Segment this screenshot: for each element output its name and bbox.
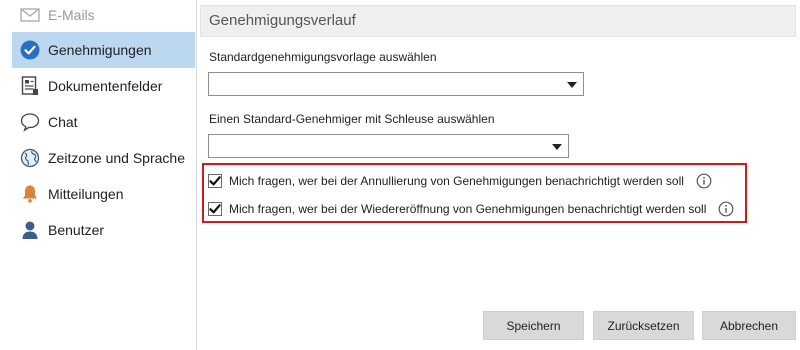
sidebar-item-notifications[interactable]: Mitteilungen bbox=[12, 176, 195, 212]
sidebar-item-document-fields[interactable]: Dokumentenfelder bbox=[12, 68, 195, 104]
chevron-down-icon[interactable] bbox=[552, 144, 562, 150]
panel-header: Genehmigungsverlauf bbox=[200, 5, 796, 37]
sidebar-item-label: Genehmigungen bbox=[48, 42, 152, 58]
settings-sidebar: E-Mails Genehmigungen Dokumentenfelder C… bbox=[0, 0, 197, 350]
chevron-down-icon[interactable] bbox=[567, 82, 577, 88]
checkmark-icon bbox=[209, 176, 221, 186]
sidebar-item-label: Chat bbox=[48, 114, 78, 130]
approver-select-label: Einen Standard-Genehmiger mit Schleuse a… bbox=[209, 112, 495, 126]
sidebar-item-label: Zeitzone und Sprache bbox=[48, 150, 185, 166]
sidebar-item-emails[interactable]: E-Mails bbox=[12, 0, 195, 33]
reopening-checkbox[interactable] bbox=[208, 202, 222, 216]
info-icon[interactable] bbox=[696, 173, 712, 189]
save-button[interactable]: Speichern bbox=[483, 311, 584, 340]
sidebar-item-approvals[interactable]: Genehmigungen bbox=[12, 32, 195, 68]
template-select[interactable] bbox=[208, 72, 584, 96]
info-icon[interactable] bbox=[718, 201, 734, 217]
checkbox-row-reopening: Mich fragen, wer bei der Wiedereröffnung… bbox=[208, 199, 734, 219]
sidebar-item-label: Dokumentenfelder bbox=[48, 78, 163, 94]
cancel-button[interactable]: Abbrechen bbox=[702, 311, 796, 340]
envelope-icon bbox=[19, 4, 41, 26]
checkmark-circle-icon bbox=[19, 39, 41, 61]
sidebar-item-label: E-Mails bbox=[48, 7, 95, 23]
sidebar-item-label: Mitteilungen bbox=[48, 186, 124, 202]
checkmark-icon bbox=[209, 204, 221, 214]
document-fields-icon bbox=[19, 75, 41, 97]
sidebar-item-users[interactable]: Benutzer bbox=[12, 212, 195, 248]
approval-settings-panel: Genehmigungsverlauf Standardgenehmigungs… bbox=[197, 0, 800, 350]
checkbox-label: Mich fragen, wer bei der Wiedereröffnung… bbox=[229, 202, 707, 216]
checkbox-label: Mich fragen, wer bei der Annullierung vo… bbox=[229, 174, 684, 188]
user-icon bbox=[19, 219, 41, 241]
sidebar-item-label: Benutzer bbox=[48, 222, 105, 238]
template-select-label: Standardgenehmigungsvorlage auswählen bbox=[209, 50, 437, 64]
reset-button[interactable]: Zurücksetzen bbox=[593, 311, 694, 340]
bell-icon bbox=[19, 183, 41, 205]
page-title: Genehmigungsverlauf bbox=[209, 12, 356, 29]
sidebar-item-chat[interactable]: Chat bbox=[12, 104, 195, 140]
globe-icon bbox=[19, 147, 41, 169]
approver-select[interactable] bbox=[208, 134, 569, 158]
sidebar-item-timezone-language[interactable]: Zeitzone und Sprache bbox=[12, 140, 195, 176]
annulment-checkbox[interactable] bbox=[208, 174, 222, 188]
checkbox-row-annulment: Mich fragen, wer bei der Annullierung vo… bbox=[208, 171, 712, 191]
chat-bubble-icon bbox=[19, 111, 41, 133]
